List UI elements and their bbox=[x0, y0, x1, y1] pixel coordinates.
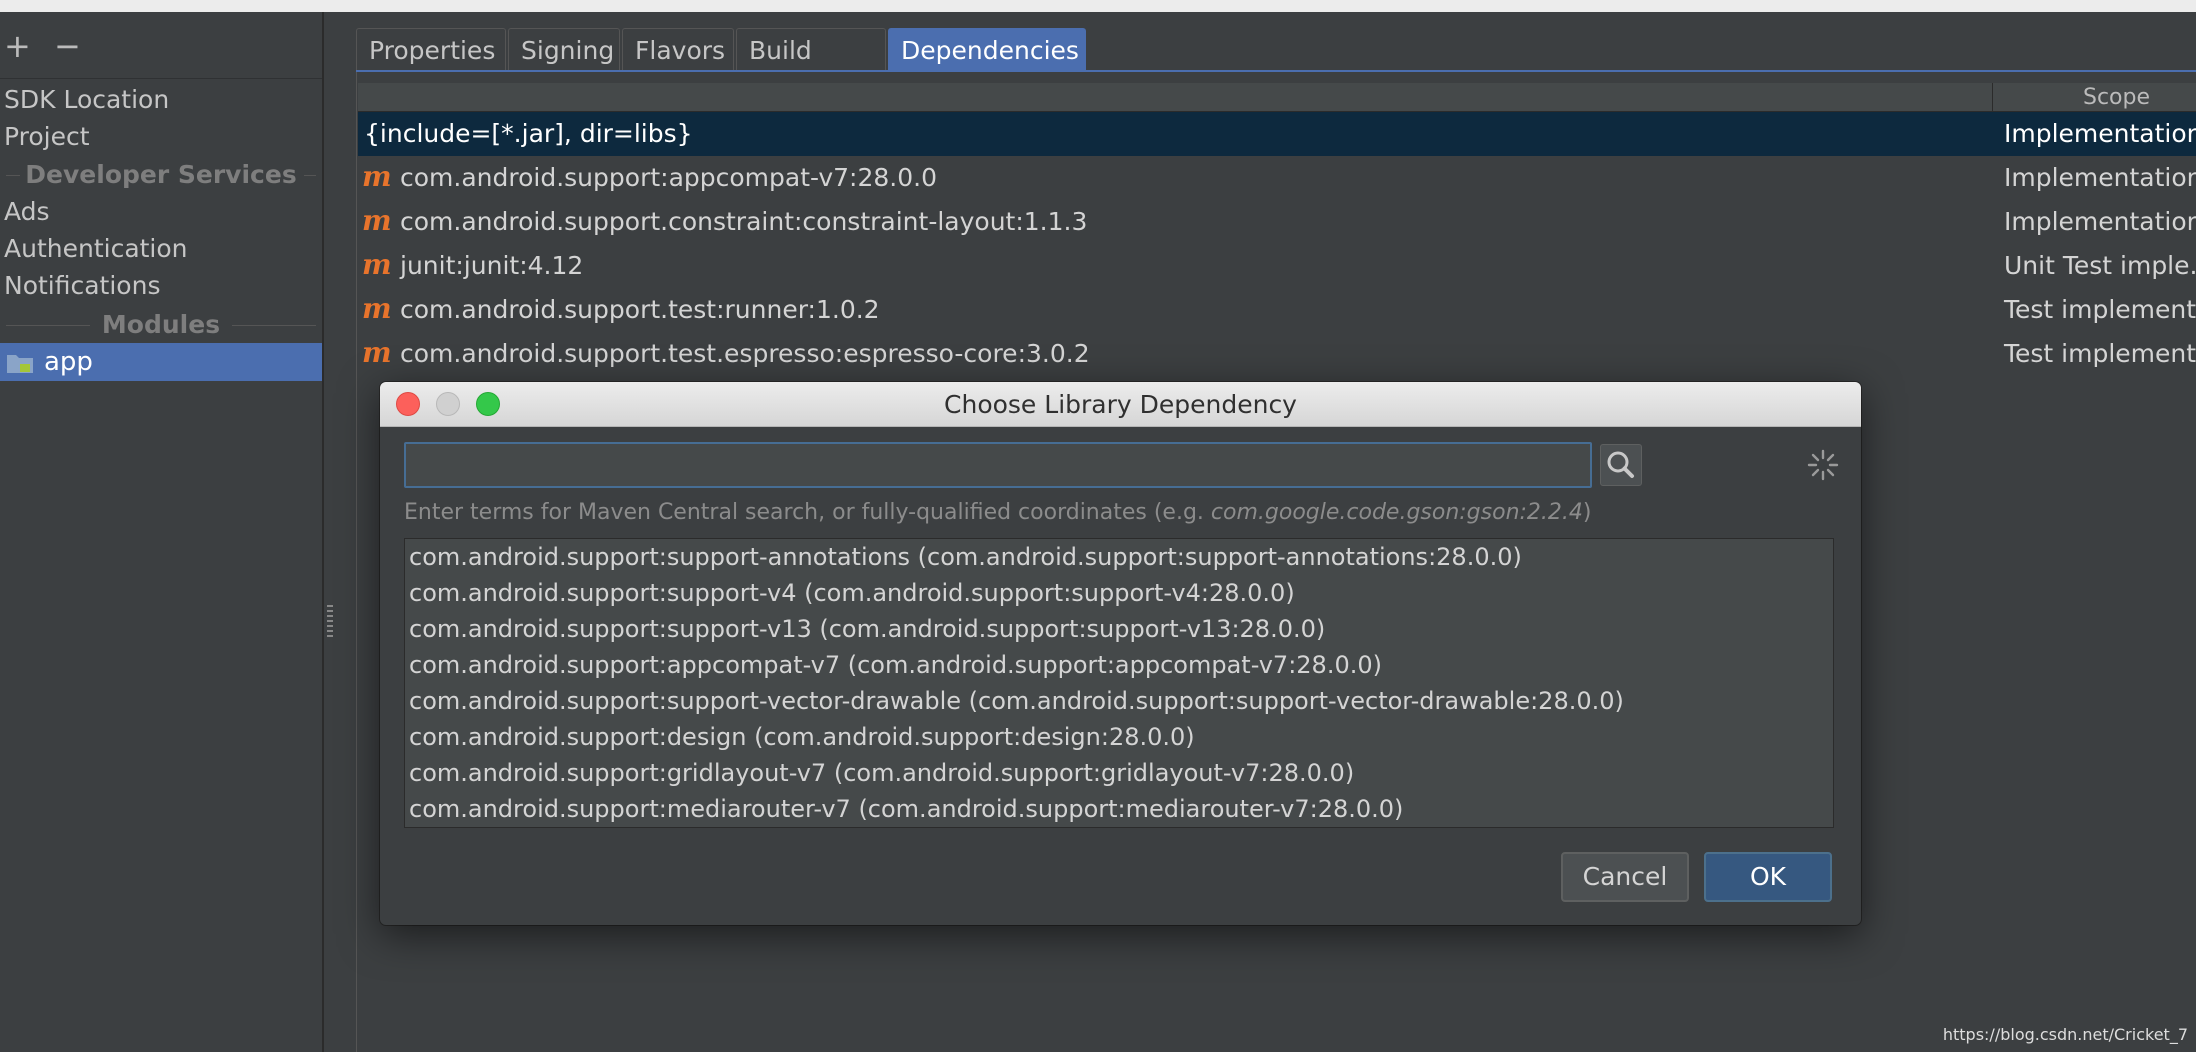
dependency-name: {include=[*.jar], dir=libs} bbox=[364, 119, 693, 148]
sidebar-item-label: app bbox=[44, 347, 93, 377]
sidebar-toolbar-separator bbox=[0, 78, 322, 79]
table-row[interactable]: m com.android.support.constraint:constra… bbox=[358, 200, 2196, 244]
tab-signing[interactable]: Signing bbox=[508, 28, 620, 70]
dependency-name: com.android.support.test.espresso:espres… bbox=[400, 339, 1090, 368]
group-label: Developer Services bbox=[25, 160, 297, 189]
tab-properties[interactable]: Properties bbox=[356, 28, 506, 70]
dialog-title: Choose Library Dependency bbox=[944, 390, 1297, 419]
dependency-scope[interactable]: Implementation bbox=[2004, 156, 2196, 200]
scope-column-header[interactable]: Scope bbox=[2083, 83, 2150, 113]
maven-icon: m bbox=[362, 204, 392, 237]
sidebar-item-notifications[interactable]: Notifications bbox=[4, 268, 160, 304]
group-line-left bbox=[6, 175, 20, 176]
maven-icon: m bbox=[362, 248, 392, 281]
list-item[interactable]: com.android.support:support-vector-drawa… bbox=[409, 683, 1624, 719]
main-panel-border bbox=[356, 70, 357, 1052]
sidebar-group-modules: Modules bbox=[0, 307, 322, 343]
sidebar-item-app[interactable]: app bbox=[0, 343, 322, 381]
choose-library-dependency-dialog: Choose Library Dependency Enter terms fo… bbox=[380, 382, 1861, 925]
search-icon bbox=[1607, 451, 1634, 478]
list-item[interactable]: com.android.support:support-v13 (com.and… bbox=[409, 611, 1325, 647]
remove-icon[interactable]: − bbox=[54, 30, 81, 62]
table-row[interactable]: m com.android.support:appcompat-v7:28.0.… bbox=[358, 156, 2196, 200]
library-results-list: com.android.support:support-annotations … bbox=[404, 538, 1834, 828]
dependency-scope[interactable]: Test implement... bbox=[2004, 332, 2196, 376]
sidebar-group-developer-services: Developer Services bbox=[0, 157, 322, 193]
hint-prefix: Enter terms for Maven Central search, or… bbox=[404, 500, 1211, 525]
group-line-right bbox=[232, 325, 316, 326]
group-line-left bbox=[6, 325, 90, 326]
tab-underline bbox=[356, 70, 2196, 72]
cancel-button[interactable]: Cancel bbox=[1561, 852, 1689, 902]
list-item[interactable]: com.android.support:gridlayout-v7 (com.a… bbox=[409, 755, 1354, 791]
dependencies-table-header: Scope bbox=[358, 83, 2196, 112]
dependency-scope[interactable]: Implementation bbox=[2004, 112, 2196, 156]
list-item[interactable]: com.android.support:design (com.android.… bbox=[409, 719, 1195, 755]
list-item[interactable]: com.android.support:mediarouter-v7 (com.… bbox=[409, 791, 1403, 827]
dependency-name: com.android.support.test:runner:1.0.2 bbox=[400, 295, 880, 324]
group-line-right bbox=[304, 175, 316, 176]
group-label: Modules bbox=[101, 310, 221, 339]
loading-spinner-icon bbox=[1807, 449, 1839, 481]
sidebar-item-ads[interactable]: Ads bbox=[4, 194, 50, 230]
ok-button[interactable]: OK bbox=[1704, 852, 1832, 902]
window-top-strip bbox=[0, 0, 2196, 12]
dependency-scope[interactable]: Unit Test imple... bbox=[2004, 244, 2196, 288]
module-folder-icon bbox=[7, 355, 33, 373]
search-button[interactable] bbox=[1600, 444, 1642, 486]
table-row[interactable]: m com.android.support.test:runner:1.0.2 … bbox=[358, 288, 2196, 332]
hint-suffix: ) bbox=[1582, 500, 1592, 525]
hint-example: com.google.code.gson:gson:2.2.4 bbox=[1210, 500, 1583, 525]
sidebar-item-authentication[interactable]: Authentication bbox=[4, 231, 188, 267]
sidebar-item-project[interactable]: Project bbox=[4, 119, 90, 155]
table-row[interactable]: m com.android.support.test.espresso:espr… bbox=[358, 332, 2196, 376]
dependency-scope[interactable]: Test implement... bbox=[2004, 288, 2196, 332]
maven-icon: m bbox=[362, 292, 392, 325]
sidebar-item-sdk-location[interactable]: SDK Location bbox=[4, 82, 169, 118]
maven-icon: m bbox=[362, 336, 392, 369]
sidebar-divider bbox=[322, 12, 324, 1052]
maven-icon: m bbox=[362, 160, 392, 193]
sidebar-resize-handle[interactable] bbox=[327, 605, 333, 637]
dependency-name: com.android.support:appcompat-v7:28.0.0 bbox=[400, 163, 937, 192]
tab-build-types[interactable]: Build Types bbox=[736, 28, 886, 109]
list-item[interactable]: com.android.support:support-v4 (com.andr… bbox=[409, 575, 1295, 611]
list-item[interactable]: com.android.support:appcompat-v7 (com.an… bbox=[409, 647, 1382, 683]
table-row[interactable]: {include=[*.jar], dir=libs} Implementati… bbox=[358, 112, 2196, 156]
search-hint: Enter terms for Maven Central search, or… bbox=[404, 500, 1592, 525]
library-search-input[interactable] bbox=[404, 442, 1592, 488]
dependency-name: com.android.support.constraint:constrain… bbox=[400, 207, 1088, 236]
list-item[interactable]: com.android.support:support-annotations … bbox=[409, 539, 1522, 575]
tab-dependencies[interactable]: Dependencies bbox=[888, 28, 1086, 70]
dependency-scope[interactable]: Implementation bbox=[2004, 200, 2196, 244]
tab-flavors[interactable]: Flavors bbox=[622, 28, 734, 70]
watermark: https://blog.csdn.net/Cricket_7 bbox=[1942, 1025, 2188, 1044]
dialog-titlebar[interactable]: Choose Library Dependency bbox=[380, 382, 1861, 427]
dependency-name: junit:junit:4.12 bbox=[400, 251, 584, 280]
column-divider[interactable] bbox=[1992, 83, 1993, 111]
table-row[interactable]: m junit:junit:4.12 Unit Test imple... bbox=[358, 244, 2196, 288]
add-icon[interactable]: + bbox=[4, 30, 31, 62]
